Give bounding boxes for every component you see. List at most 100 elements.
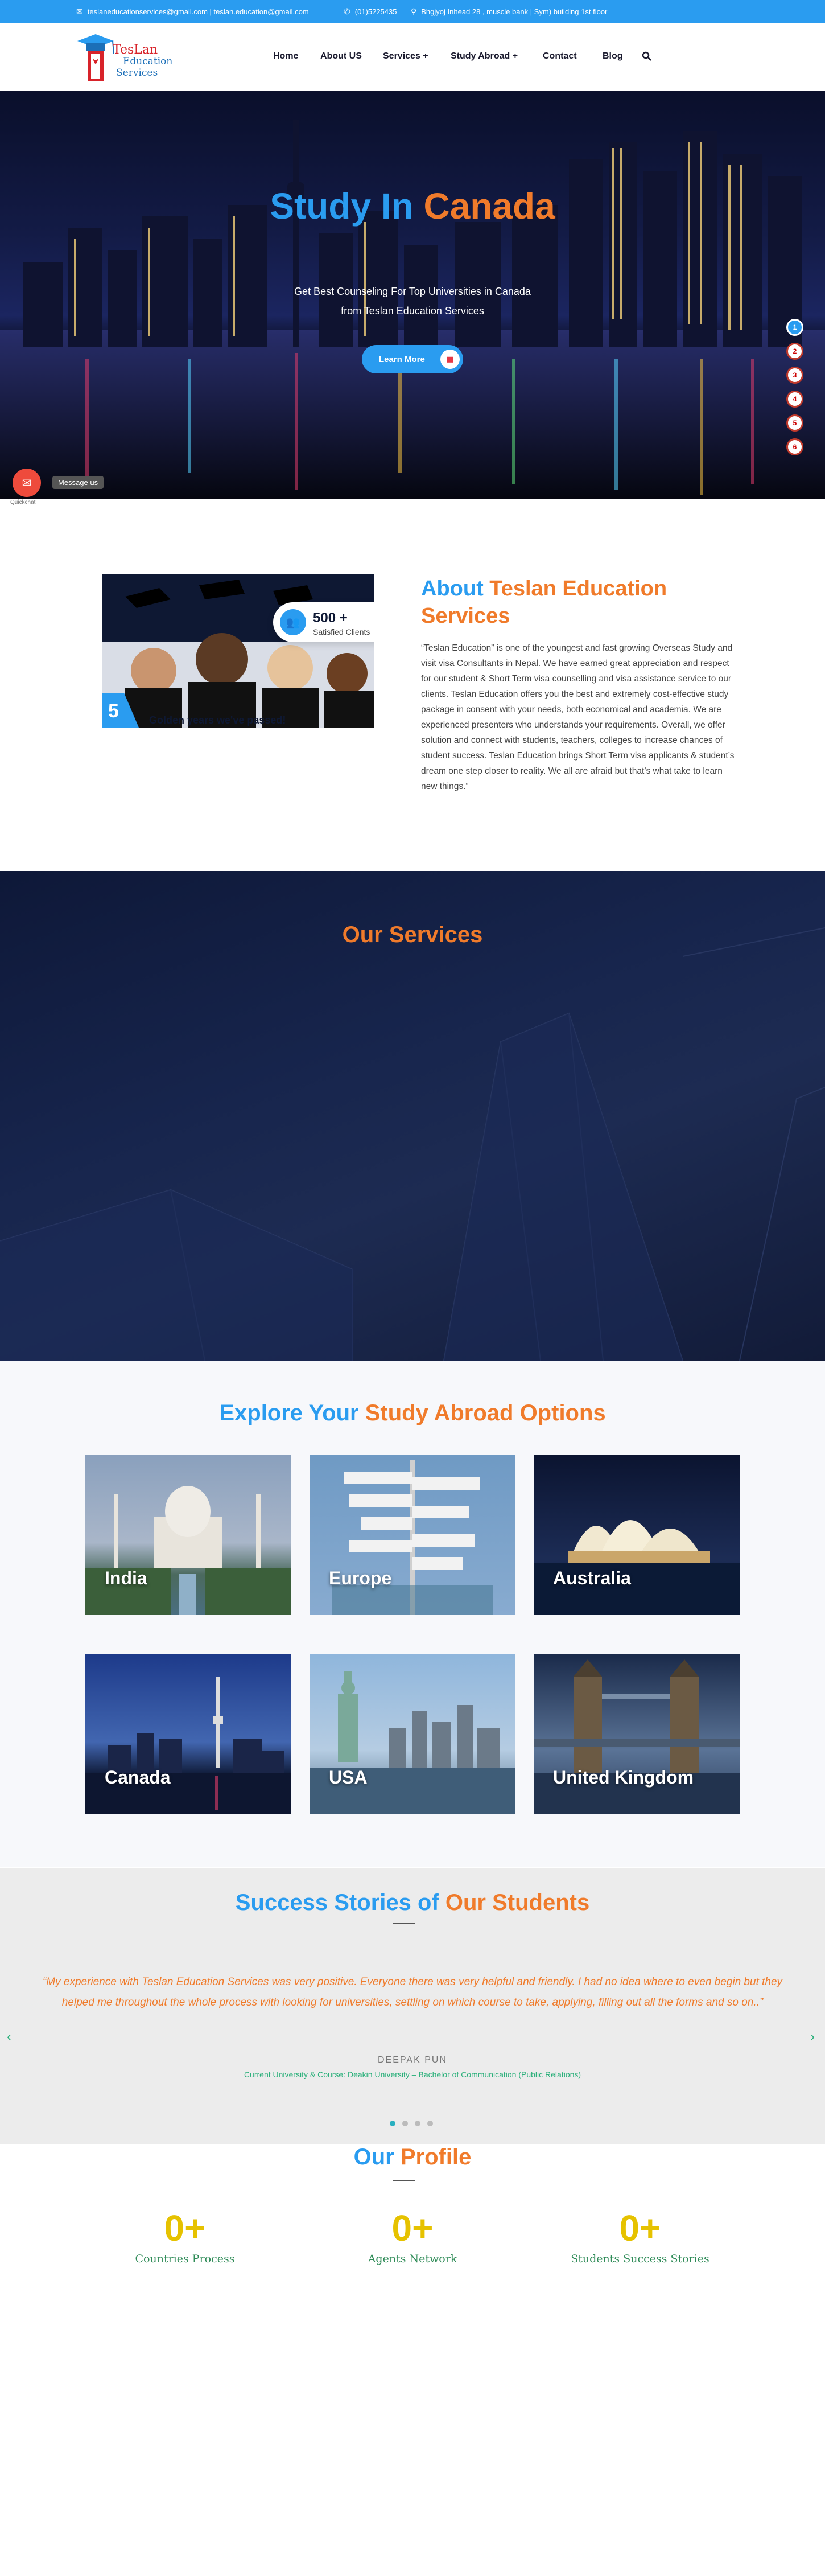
- nav-study-abroad[interactable]: Study Abroad +: [451, 51, 518, 61]
- users-icon: 👥: [280, 609, 306, 635]
- explore-title: Explore Your Study Abroad Options: [0, 1400, 825, 1426]
- slide-dot-3[interactable]: 3: [786, 367, 803, 384]
- testimonial-pagination: [390, 2121, 433, 2126]
- graduates-image: [102, 574, 374, 728]
- destination-card-australia[interactable]: Australia: [534, 1455, 740, 1615]
- nav-services[interactable]: Services +: [383, 51, 428, 61]
- topbar-phone-text: (01)5225435: [354, 7, 397, 16]
- services-section: Our Services: [0, 871, 825, 1361]
- nav-contact[interactable]: Contact: [543, 51, 577, 61]
- hero-subtitle: Get Best Counseling For Top Universities…: [0, 282, 825, 321]
- signpost-image: [332, 1460, 493, 1615]
- site-header: TesLan Education Services Home About US …: [0, 23, 825, 91]
- explore-title-part1: Explore Your: [219, 1400, 359, 1425]
- stat-countries-label: Countries Process: [135, 2253, 235, 2265]
- testimonial-name: DEEPAK PUN: [378, 2055, 447, 2065]
- top-bar: ✉ teslaneducationservices@gmail.com | te…: [0, 0, 825, 23]
- testimonial-prev-arrow[interactable]: ‹: [7, 2029, 11, 2045]
- success-stories-section: Success Stories of Our Students “My expe…: [0, 1868, 825, 2144]
- testimonial-dot-2[interactable]: [402, 2121, 408, 2126]
- destination-card-united-kingdom[interactable]: United Kingdom: [534, 1654, 740, 1814]
- sydney-opera-house-image: [534, 1520, 740, 1615]
- hero-title-part1: Study In: [270, 186, 414, 227]
- grid-icon: ▦: [440, 350, 460, 369]
- about-students-photo: 👥 500 + Satisfied Clients: [102, 574, 374, 728]
- profile-title: Our Profile: [0, 2144, 825, 2170]
- logo-line1: TesLan: [113, 43, 158, 57]
- search-icon[interactable]: [642, 51, 652, 64]
- clients-label: Satisfied Clients: [313, 627, 370, 636]
- nav-about-us[interactable]: About US: [320, 51, 362, 61]
- stat-success-stories: 0+ Students Success Stories: [555, 2207, 725, 2265]
- topbar-address: ⚲ Bhgjyoj Inhead 28 , muscle bank | Sym)…: [411, 7, 607, 17]
- testimonial-dot-3[interactable]: [415, 2121, 420, 2126]
- hero-title: Study In Canada: [0, 185, 825, 227]
- hero-subtitle-line1: Get Best Counseling For Top Universities…: [294, 286, 531, 297]
- about-title: About Teslan Education Services: [421, 575, 740, 630]
- explore-title-part2: Study Abroad Options: [365, 1400, 606, 1425]
- phone-icon: ✆: [344, 7, 350, 16]
- slide-dot-1[interactable]: 1: [786, 319, 803, 336]
- about-title-part1: About: [421, 577, 484, 601]
- card-label-australia: Australia: [553, 1568, 631, 1588]
- destination-card-india[interactable]: India: [85, 1455, 291, 1615]
- stat-success-stories-number: 0+: [619, 2208, 661, 2249]
- slide-dot-5[interactable]: 5: [786, 414, 803, 432]
- testimonial-dot-1[interactable]: [390, 2121, 395, 2126]
- topbar-address-text: Bhgjyoj Inhead 28 , muscle bank | Sym) b…: [421, 7, 608, 16]
- years-label: Golden years we've passed!: [149, 714, 286, 726]
- card-label-europe: Europe: [329, 1568, 392, 1588]
- topbar-phone[interactable]: ✆ (01)5225435: [344, 7, 397, 17]
- chat-brand: Quickchat: [10, 499, 36, 506]
- envelope-icon: ✉: [76, 7, 83, 16]
- destination-card-europe[interactable]: Europe: [310, 1455, 515, 1615]
- slide-dot-6[interactable]: 6: [786, 438, 803, 455]
- toronto-skyline-image: [85, 1677, 291, 1814]
- statue-of-liberty-image: [310, 1671, 515, 1814]
- logo-line3: Services: [116, 67, 158, 79]
- study-abroad-section: Explore Your Study Abroad Options India …: [0, 1361, 825, 1867]
- profile-title-part2: Profile: [400, 2144, 472, 2170]
- slide-dot-2[interactable]: 2: [786, 343, 803, 360]
- logo-text: TesLan Education Services: [113, 44, 172, 79]
- topbar-email-text: teslaneducationservices@gmail.com | tesl…: [87, 7, 309, 16]
- stat-agents: 0+ Agents Network: [327, 2207, 498, 2265]
- learn-more-label: Learn More: [379, 354, 425, 364]
- hero-subtitle-line2: from Teslan Education Services: [341, 305, 484, 317]
- stories-title-part1: Success Stories of: [235, 1890, 439, 1915]
- testimonial-next-arrow[interactable]: ›: [810, 2029, 815, 2045]
- clients-count: 500 +: [313, 610, 348, 626]
- card-label-india: India: [105, 1568, 147, 1588]
- slide-dot-4[interactable]: 4: [786, 391, 803, 408]
- stories-title: Success Stories of Our Students: [0, 1890, 825, 1916]
- profile-divider: [393, 2180, 415, 2181]
- profile-section: Our Profile 0+ Countries Process 0+ Agen…: [0, 2144, 825, 2576]
- profile-title-part1: Our: [353, 2144, 394, 2170]
- card-label-canada: Canada: [105, 1767, 171, 1788]
- hero-slider: Study In Canada Get Best Counseling For …: [0, 91, 825, 499]
- nav-blog[interactable]: Blog: [603, 51, 623, 61]
- destination-card-canada[interactable]: Canada: [85, 1654, 291, 1814]
- stat-success-stories-label: Students Success Stories: [571, 2253, 710, 2265]
- about-body: “Teslan Education” is one of the younges…: [421, 643, 735, 791]
- hero-title-part2: Canada: [423, 186, 555, 227]
- testimonial-quote: “My experience with Teslan Education Ser…: [42, 1976, 783, 2008]
- satisfied-clients-badge: 👥 500 + Satisfied Clients: [273, 602, 374, 642]
- stories-title-part2: Our Students: [445, 1890, 590, 1915]
- stat-agents-label: Agents Network: [368, 2253, 457, 2265]
- topbar-email[interactable]: ✉ teslaneducationservices@gmail.com | te…: [76, 7, 309, 17]
- stat-agents-number: 0+: [391, 2208, 434, 2249]
- nav-home[interactable]: Home: [273, 51, 298, 61]
- card-label-usa: USA: [329, 1767, 368, 1788]
- card-label-united-kingdom: United Kingdom: [553, 1767, 694, 1788]
- stat-countries-number: 0+: [164, 2208, 206, 2249]
- stories-divider: [393, 1923, 415, 1924]
- site-logo[interactable]: TesLan Education Services: [74, 28, 176, 85]
- tower-bridge-image: [534, 1659, 740, 1814]
- chat-tooltip[interactable]: Message us: [52, 476, 104, 489]
- testimonial-dot-4[interactable]: [427, 2121, 433, 2126]
- logo-line2: Education: [123, 56, 173, 67]
- chat-bubble-icon[interactable]: ✉: [13, 469, 41, 497]
- destination-card-usa[interactable]: USA: [310, 1654, 515, 1814]
- learn-more-button[interactable]: Learn More ▦: [362, 345, 463, 373]
